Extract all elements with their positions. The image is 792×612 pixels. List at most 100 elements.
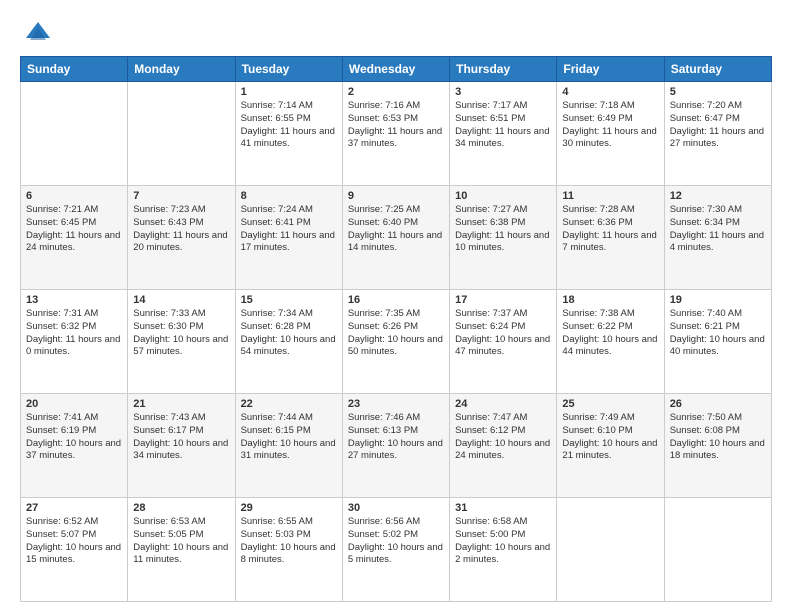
calendar-week-row: 20Sunrise: 7:41 AM Sunset: 6:19 PM Dayli… [21, 394, 772, 498]
cell-content: Sunrise: 7:18 AM Sunset: 6:49 PM Dayligh… [562, 100, 658, 151]
cell-content: Sunrise: 6:55 AM Sunset: 5:03 PM Dayligh… [241, 516, 337, 567]
calendar-cell: 25 Sunrise: 7:49 AM Sunset: 6:10 PM Dayli… [557, 394, 664, 498]
cell-content: Sunrise: 7:38 AM Sunset: 6:22 PM Dayligh… [562, 308, 658, 359]
day-number: 22 [241, 398, 337, 410]
calendar-cell [664, 498, 771, 602]
calendar-cell: 1Sunrise: 7:14 AM Sunset: 6:55 PM Daylig… [235, 82, 342, 186]
cell-content: Sunrise: 7:25 AM Sunset: 6:40 PM Dayligh… [348, 204, 444, 255]
day-number: 5 [670, 86, 766, 98]
day-number: 4 [562, 86, 658, 98]
day-number: 27 [26, 502, 122, 514]
cell-content: Sunrise: 6:58 AM Sunset: 5:00 PM Dayligh… [455, 516, 551, 567]
weekday-header-row: SundayMondayTuesdayWednesdayThursdayFrid… [21, 57, 772, 82]
calendar-cell: 14 Sunrise: 7:33 AM Sunset: 6:30 PM Dayli… [128, 290, 235, 394]
day-number: 19 [670, 294, 766, 306]
calendar-cell: 15 Sunrise: 7:34 AM Sunset: 6:28 PM Dayli… [235, 290, 342, 394]
calendar-cell: 20Sunrise: 7:41 AM Sunset: 6:19 PM Dayli… [21, 394, 128, 498]
logo [20, 18, 52, 46]
calendar-cell: 10 Sunrise: 7:27 AM Sunset: 6:38 PM Dayli… [450, 186, 557, 290]
calendar-week-row: 6Sunrise: 7:21 AM Sunset: 6:45 PM Daylig… [21, 186, 772, 290]
cell-content: Sunrise: 7:21 AM Sunset: 6:45 PM Dayligh… [26, 204, 122, 255]
calendar-cell: 3 Sunrise: 7:17 AM Sunset: 6:51 PM Daylig… [450, 82, 557, 186]
cell-content: Sunrise: 7:46 AM Sunset: 6:13 PM Dayligh… [348, 412, 444, 463]
calendar-table: SundayMondayTuesdayWednesdayThursdayFrid… [20, 56, 772, 602]
calendar-week-row: 1Sunrise: 7:14 AM Sunset: 6:55 PM Daylig… [21, 82, 772, 186]
day-number: 11 [562, 190, 658, 202]
day-number: 26 [670, 398, 766, 410]
cell-content: Sunrise: 7:49 AM Sunset: 6:10 PM Dayligh… [562, 412, 658, 463]
calendar-cell [128, 82, 235, 186]
cell-content: Sunrise: 7:28 AM Sunset: 6:36 PM Dayligh… [562, 204, 658, 255]
calendar-cell: 27 Sunrise: 6:52 AM Sunset: 5:07 PM Dayli… [21, 498, 128, 602]
calendar-cell: 17Sunrise: 7:37 AM Sunset: 6:24 PM Dayli… [450, 290, 557, 394]
cell-content: Sunrise: 7:27 AM Sunset: 6:38 PM Dayligh… [455, 204, 551, 255]
day-number: 23 [348, 398, 444, 410]
cell-content: Sunrise: 7:40 AM Sunset: 6:21 PM Dayligh… [670, 308, 766, 359]
day-number: 1 [241, 86, 337, 98]
day-number: 24 [455, 398, 551, 410]
cell-content: Sunrise: 7:41 AM Sunset: 6:19 PM Dayligh… [26, 412, 122, 463]
day-number: 15 [241, 294, 337, 306]
calendar-cell: 18 Sunrise: 7:38 AM Sunset: 6:22 PM Dayli… [557, 290, 664, 394]
weekday-header-thursday: Thursday [450, 57, 557, 82]
day-number: 28 [133, 502, 229, 514]
cell-content: Sunrise: 7:23 AM Sunset: 6:43 PM Dayligh… [133, 204, 229, 255]
weekday-header-saturday: Saturday [664, 57, 771, 82]
weekday-header-wednesday: Wednesday [342, 57, 449, 82]
day-number: 3 [455, 86, 551, 98]
calendar-cell: 22 Sunrise: 7:44 AM Sunset: 6:15 PM Dayli… [235, 394, 342, 498]
calendar-cell: 16 Sunrise: 7:35 AM Sunset: 6:26 PM Dayli… [342, 290, 449, 394]
cell-content: Sunrise: 7:43 AM Sunset: 6:17 PM Dayligh… [133, 412, 229, 463]
calendar-cell: 31 Sunrise: 6:58 AM Sunset: 5:00 PM Dayli… [450, 498, 557, 602]
calendar-cell: 12 Sunrise: 7:30 AM Sunset: 6:34 PM Dayli… [664, 186, 771, 290]
calendar-cell: 11 Sunrise: 7:28 AM Sunset: 6:36 PM Dayli… [557, 186, 664, 290]
cell-content: Sunrise: 6:53 AM Sunset: 5:05 PM Dayligh… [133, 516, 229, 567]
calendar-cell [557, 498, 664, 602]
calendar-cell: 24 Sunrise: 7:47 AM Sunset: 6:12 PM Dayli… [450, 394, 557, 498]
calendar-cell: 8 Sunrise: 7:24 AM Sunset: 6:41 PM Daylig… [235, 186, 342, 290]
cell-content: Sunrise: 6:52 AM Sunset: 5:07 PM Dayligh… [26, 516, 122, 567]
cell-content: Sunrise: 7:44 AM Sunset: 6:15 PM Dayligh… [241, 412, 337, 463]
calendar-cell: 21 Sunrise: 7:43 AM Sunset: 6:17 PM Dayli… [128, 394, 235, 498]
day-number: 30 [348, 502, 444, 514]
day-number: 2 [348, 86, 444, 98]
day-number: 12 [670, 190, 766, 202]
cell-content: Sunrise: 7:24 AM Sunset: 6:41 PM Dayligh… [241, 204, 337, 255]
day-number: 29 [241, 502, 337, 514]
cell-content: Sunrise: 7:50 AM Sunset: 6:08 PM Dayligh… [670, 412, 766, 463]
cell-content: Sunrise: 7:33 AM Sunset: 6:30 PM Dayligh… [133, 308, 229, 359]
day-number: 8 [241, 190, 337, 202]
day-number: 18 [562, 294, 658, 306]
calendar-cell [21, 82, 128, 186]
cell-content: Sunrise: 7:17 AM Sunset: 6:51 PM Dayligh… [455, 100, 551, 151]
cell-content: Sunrise: 7:20 AM Sunset: 6:47 PM Dayligh… [670, 100, 766, 151]
page: SundayMondayTuesdayWednesdayThursdayFrid… [0, 0, 792, 612]
day-number: 13 [26, 294, 122, 306]
cell-content: Sunrise: 7:34 AM Sunset: 6:28 PM Dayligh… [241, 308, 337, 359]
cell-content: Sunrise: 7:47 AM Sunset: 6:12 PM Dayligh… [455, 412, 551, 463]
cell-content: Sunrise: 7:35 AM Sunset: 6:26 PM Dayligh… [348, 308, 444, 359]
calendar-cell: 5 Sunrise: 7:20 AM Sunset: 6:47 PM Daylig… [664, 82, 771, 186]
weekday-header-sunday: Sunday [21, 57, 128, 82]
day-number: 14 [133, 294, 229, 306]
day-number: 31 [455, 502, 551, 514]
calendar-cell: 29 Sunrise: 6:55 AM Sunset: 5:03 PM Dayli… [235, 498, 342, 602]
day-number: 25 [562, 398, 658, 410]
header [20, 18, 772, 46]
calendar-cell: 19 Sunrise: 7:40 AM Sunset: 6:21 PM Dayli… [664, 290, 771, 394]
day-number: 21 [133, 398, 229, 410]
cell-content: Sunrise: 7:37 AM Sunset: 6:24 PM Dayligh… [455, 308, 551, 359]
day-number: 16 [348, 294, 444, 306]
weekday-header-friday: Friday [557, 57, 664, 82]
day-number: 10 [455, 190, 551, 202]
weekday-header-monday: Monday [128, 57, 235, 82]
cell-content: Sunrise: 7:30 AM Sunset: 6:34 PM Dayligh… [670, 204, 766, 255]
calendar-cell: 2Sunrise: 7:16 AM Sunset: 6:53 PM Daylig… [342, 82, 449, 186]
calendar-cell: 9Sunrise: 7:25 AM Sunset: 6:40 PM Daylig… [342, 186, 449, 290]
calendar-cell: 4 Sunrise: 7:18 AM Sunset: 6:49 PM Daylig… [557, 82, 664, 186]
calendar-cell: 13 Sunrise: 7:31 AM Sunset: 6:32 PM Dayli… [21, 290, 128, 394]
calendar-week-row: 27 Sunrise: 6:52 AM Sunset: 5:07 PM Dayli… [21, 498, 772, 602]
day-number: 7 [133, 190, 229, 202]
cell-content: Sunrise: 7:31 AM Sunset: 6:32 PM Dayligh… [26, 308, 122, 359]
calendar-week-row: 13 Sunrise: 7:31 AM Sunset: 6:32 PM Dayli… [21, 290, 772, 394]
